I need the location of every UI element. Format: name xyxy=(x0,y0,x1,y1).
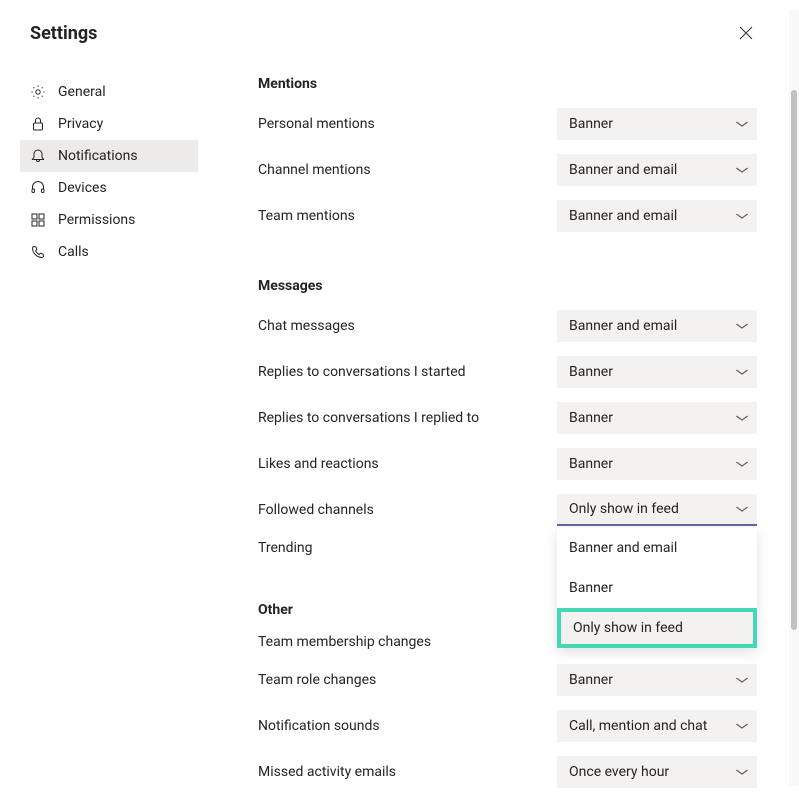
sidebar-item-label: Permissions xyxy=(58,212,135,228)
setting-label: Team mentions xyxy=(258,208,355,224)
sidebar-item-devices[interactable]: Devices xyxy=(20,172,198,204)
close-icon xyxy=(739,26,753,40)
select-missed-emails[interactable]: Once every hour xyxy=(557,756,757,788)
sidebar-item-label: Calls xyxy=(58,244,89,260)
setting-row: Replies to conversations I replied to Ba… xyxy=(258,402,757,434)
sidebar-item-label: Devices xyxy=(58,180,107,196)
setting-label: Replies to conversations I started xyxy=(258,364,466,380)
chevron-down-icon xyxy=(735,506,749,512)
select-value: Banner and email xyxy=(569,162,677,178)
select-value: Banner xyxy=(569,116,613,132)
chevron-down-icon xyxy=(735,213,749,219)
setting-row: Likes and reactions Banner xyxy=(258,448,757,480)
setting-label: Chat messages xyxy=(258,318,355,334)
setting-row: Team mentions Banner and email xyxy=(258,200,757,232)
grid-icon xyxy=(30,212,46,228)
headset-icon xyxy=(30,180,46,196)
dropdown-option-only-feed[interactable]: Only show in feed xyxy=(557,608,757,648)
select-value: Banner xyxy=(569,672,613,688)
setting-label: Team membership changes xyxy=(258,634,431,650)
select-value: Once every hour xyxy=(569,764,669,780)
sidebar-item-notifications[interactable]: Notifications xyxy=(20,140,198,172)
select-replies-replied[interactable]: Banner xyxy=(557,402,757,434)
setting-label: Trending xyxy=(258,540,313,556)
select-value: Banner and email xyxy=(569,318,677,334)
sidebar-item-label: Privacy xyxy=(58,116,103,132)
chevron-down-icon xyxy=(735,415,749,421)
close-button[interactable] xyxy=(735,22,757,44)
sidebar-item-label: General xyxy=(58,84,106,100)
setting-label: Missed activity emails xyxy=(258,764,396,780)
sidebar-item-calls[interactable]: Calls xyxy=(20,236,198,268)
chevron-down-icon xyxy=(735,369,749,375)
select-value: Call, mention and chat xyxy=(569,718,707,734)
section-header-messages: Messages xyxy=(258,278,757,294)
scrollbar-thumb[interactable] xyxy=(791,90,797,630)
setting-row: Missed activity emails Once every hour xyxy=(258,756,757,788)
bell-icon xyxy=(30,148,46,164)
sidebar-item-general[interactable]: General xyxy=(20,76,198,108)
chevron-down-icon xyxy=(735,677,749,683)
select-channel-mentions[interactable]: Banner and email xyxy=(557,154,757,186)
section-header-mentions: Mentions xyxy=(258,76,757,92)
sidebar-item-privacy[interactable]: Privacy xyxy=(20,108,198,140)
select-value: Only show in feed xyxy=(569,501,679,517)
setting-label: Team role changes xyxy=(258,672,376,688)
select-chat-messages[interactable]: Banner and email xyxy=(557,310,757,342)
lock-icon xyxy=(30,116,46,132)
select-followed-channels[interactable]: Only show in feed xyxy=(557,494,757,526)
select-team-role[interactable]: Banner xyxy=(557,664,757,696)
select-notification-sounds[interactable]: Call, mention and chat xyxy=(557,710,757,742)
dropdown-menu: Banner and email Banner Only show in fee… xyxy=(557,528,757,648)
select-personal-mentions[interactable]: Banner xyxy=(557,108,757,140)
chevron-down-icon xyxy=(735,769,749,775)
setting-row: Team role changes Banner xyxy=(258,664,757,696)
page-title: Settings xyxy=(30,23,97,44)
setting-row: Channel mentions Banner and email xyxy=(258,154,757,186)
scrollbar-track[interactable] xyxy=(789,10,799,786)
setting-label: Likes and reactions xyxy=(258,456,379,472)
phone-icon xyxy=(30,244,46,260)
setting-label: Channel mentions xyxy=(258,162,371,178)
setting-row: Replies to conversations I started Banne… xyxy=(258,356,757,388)
select-value: Banner xyxy=(569,410,613,426)
chevron-down-icon xyxy=(735,723,749,729)
sidebar-item-label: Notifications xyxy=(58,148,138,164)
chevron-down-icon xyxy=(735,323,749,329)
setting-label: Notification sounds xyxy=(258,718,380,734)
setting-label: Personal mentions xyxy=(258,116,375,132)
setting-row: Personal mentions Banner xyxy=(258,108,757,140)
dropdown-option-banner[interactable]: Banner xyxy=(557,568,757,608)
select-likes-reactions[interactable]: Banner xyxy=(557,448,757,480)
dropdown-option-banner-email[interactable]: Banner and email xyxy=(557,528,757,568)
gear-icon xyxy=(30,84,46,100)
setting-row: Chat messages Banner and email xyxy=(258,310,757,342)
sidebar-item-permissions[interactable]: Permissions xyxy=(20,204,198,236)
select-replies-started[interactable]: Banner xyxy=(557,356,757,388)
settings-main: Mentions Personal mentions Banner Channe… xyxy=(258,76,787,796)
chevron-down-icon xyxy=(735,121,749,127)
select-value: Banner xyxy=(569,456,613,472)
chevron-down-icon xyxy=(735,461,749,467)
chevron-down-icon xyxy=(735,167,749,173)
select-value: Banner and email xyxy=(569,208,677,224)
select-value: Banner xyxy=(569,364,613,380)
sidebar: General Privacy Notifications Devices xyxy=(0,76,198,796)
setting-row: Followed channels Only show in feed Bann… xyxy=(258,494,757,526)
setting-label: Followed channels xyxy=(258,502,374,518)
setting-label: Replies to conversations I replied to xyxy=(258,410,479,426)
setting-row: Notification sounds Call, mention and ch… xyxy=(258,710,757,742)
select-team-mentions[interactable]: Banner and email xyxy=(557,200,757,232)
